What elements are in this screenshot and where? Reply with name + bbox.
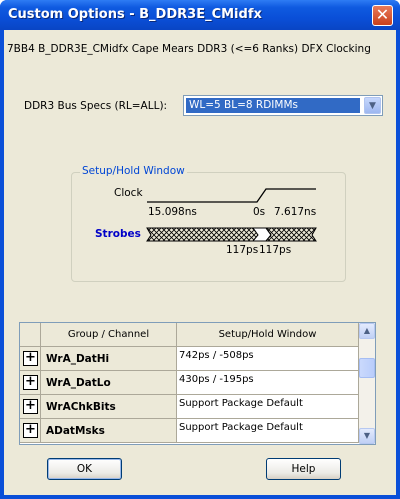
expand-button[interactable]: + — [23, 351, 38, 366]
strobe-right-time: 117ps — [259, 244, 292, 256]
clock-left-time: 15.098ns — [148, 206, 197, 218]
window-value[interactable]: 742ps / -508ps — [177, 347, 359, 371]
row-header: + — [20, 371, 41, 395]
vertical-scrollbar[interactable]: ▲ ▼ — [359, 323, 375, 444]
table-row[interactable]: + WrAChkBits Support Package Default — [20, 395, 359, 419]
expand-button[interactable]: + — [23, 375, 38, 390]
strobe-waveform-right — [264, 227, 317, 242]
chevron-down-icon: ▼ — [363, 431, 371, 440]
row-header: + — [20, 347, 41, 371]
column-header-window[interactable]: Setup/Hold Window — [177, 323, 359, 347]
scroll-down-button[interactable]: ▼ — [359, 428, 375, 444]
row-header: + — [20, 395, 41, 419]
window-title: Custom Options - B_DDR3E_CMidfx — [8, 7, 262, 22]
chevron-up-icon: ▲ — [363, 326, 371, 335]
close-icon: ✕ — [375, 5, 390, 24]
window-value[interactable]: Support Package Default — [177, 395, 359, 419]
clock-waveform — [147, 188, 316, 203]
row-header: + — [20, 419, 41, 443]
ok-button[interactable]: OK — [47, 458, 122, 480]
expand-button[interactable]: + — [23, 423, 38, 438]
help-button[interactable]: Help — [266, 458, 341, 480]
channel-name: ADatMsks — [41, 419, 177, 443]
channel-name: WrA_DatHi — [41, 347, 177, 371]
table-row[interactable]: + WrA_DatHi 742ps / -508ps — [20, 347, 359, 371]
close-button[interactable]: ✕ — [372, 5, 393, 26]
table-row[interactable]: + WrA_DatLo 430ps / -195ps — [20, 371, 359, 395]
expand-button[interactable]: + — [23, 399, 38, 414]
column-header-group[interactable]: Group / Channel — [41, 323, 177, 347]
channel-name: WrAChkBits — [41, 395, 177, 419]
dialog-window: Custom Options - B_DDR3E_CMidfx ✕ 7BB4 B… — [0, 0, 400, 499]
grid-corner — [20, 323, 41, 347]
strobe-waveform-left — [146, 227, 259, 242]
clock-right-time: 7.617ns — [274, 206, 317, 218]
strobe-left-time: 117ps — [226, 244, 259, 256]
scroll-thumb[interactable] — [359, 358, 375, 378]
title-bar[interactable]: Custom Options - B_DDR3E_CMidfx ✕ — [0, 0, 400, 30]
dialog-body: 7BB4 B_DDR3E_CMidfx Cape Mears DDR3 (<=6… — [4, 30, 396, 495]
channel-grid[interactable]: Group / Channel Setup/Hold Window + WrA_… — [19, 322, 376, 445]
table-row[interactable]: + ADatMsks Support Package Default — [20, 419, 359, 443]
window-value[interactable]: 430ps / -195ps — [177, 371, 359, 395]
scroll-up-button[interactable]: ▲ — [359, 323, 375, 339]
clock-mid-time: 0s — [253, 206, 266, 218]
window-value[interactable]: Support Package Default — [177, 419, 359, 443]
channel-name: WrA_DatLo — [41, 371, 177, 395]
